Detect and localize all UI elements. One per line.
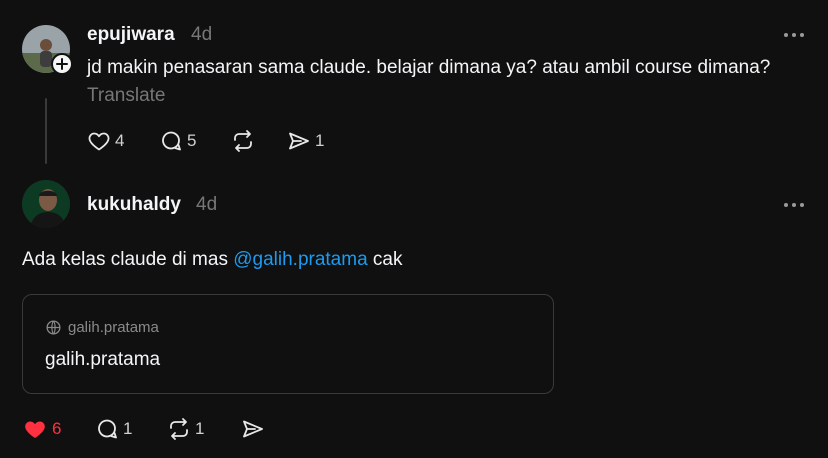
post-username[interactable]: kukuhaldy [87, 194, 181, 216]
heart-icon [88, 132, 110, 151]
repost-icon [234, 130, 252, 152]
thread-line [45, 98, 47, 164]
reply-count: 5 [187, 131, 197, 150]
share-count: 1 [315, 131, 325, 150]
follow-plus-icon[interactable] [51, 53, 73, 75]
more-options-button[interactable] [784, 203, 804, 207]
send-icon [243, 420, 263, 438]
post-time[interactable]: 4d [196, 194, 217, 216]
mention-link[interactable]: @galih.pratama [233, 249, 367, 270]
globe-icon [46, 320, 61, 335]
send-icon [289, 132, 309, 150]
card-title: galih.pratama [45, 349, 161, 370]
post-time[interactable]: 4d [191, 24, 212, 46]
repost-button[interactable]: 1 [167, 417, 204, 441]
repost-count: 1 [195, 419, 205, 438]
reply-button[interactable]: 1 [95, 417, 132, 441]
repost-icon [170, 418, 188, 440]
like-count: 4 [115, 131, 125, 150]
post-text-after: cak [367, 249, 403, 270]
post-text: jd makin penasaran sama claude. belajar … [87, 54, 777, 110]
post-text-before: Ada kelas claude di mas [22, 249, 234, 270]
post-username[interactable]: epujiwara [87, 24, 175, 46]
repost-button[interactable] [231, 129, 255, 153]
avatar-kukuhaldy[interactable] [22, 180, 70, 228]
share-button[interactable] [241, 417, 265, 441]
heart-filled-icon [25, 421, 45, 438]
link-preview-card[interactable]: galih.pratama galih.pratama [22, 294, 554, 394]
like-button[interactable]: 6 [22, 417, 61, 441]
comment-icon [98, 419, 117, 439]
like-button[interactable]: 4 [87, 129, 124, 153]
card-domain: galih.pratama [45, 319, 159, 336]
more-options-button[interactable] [784, 33, 804, 37]
comment-icon [162, 131, 181, 151]
post-text-content: jd makin penasaran sama claude. belajar … [87, 57, 771, 78]
card-domain-text: galih.pratama [68, 319, 159, 336]
like-count: 6 [52, 419, 62, 438]
post-text: Ada kelas claude di mas @galih.pratama c… [22, 246, 782, 274]
translate-link[interactable]: Translate [87, 85, 166, 106]
reply-count: 1 [123, 419, 133, 438]
reply-button[interactable]: 5 [159, 129, 196, 153]
share-button[interactable]: 1 [287, 129, 324, 153]
